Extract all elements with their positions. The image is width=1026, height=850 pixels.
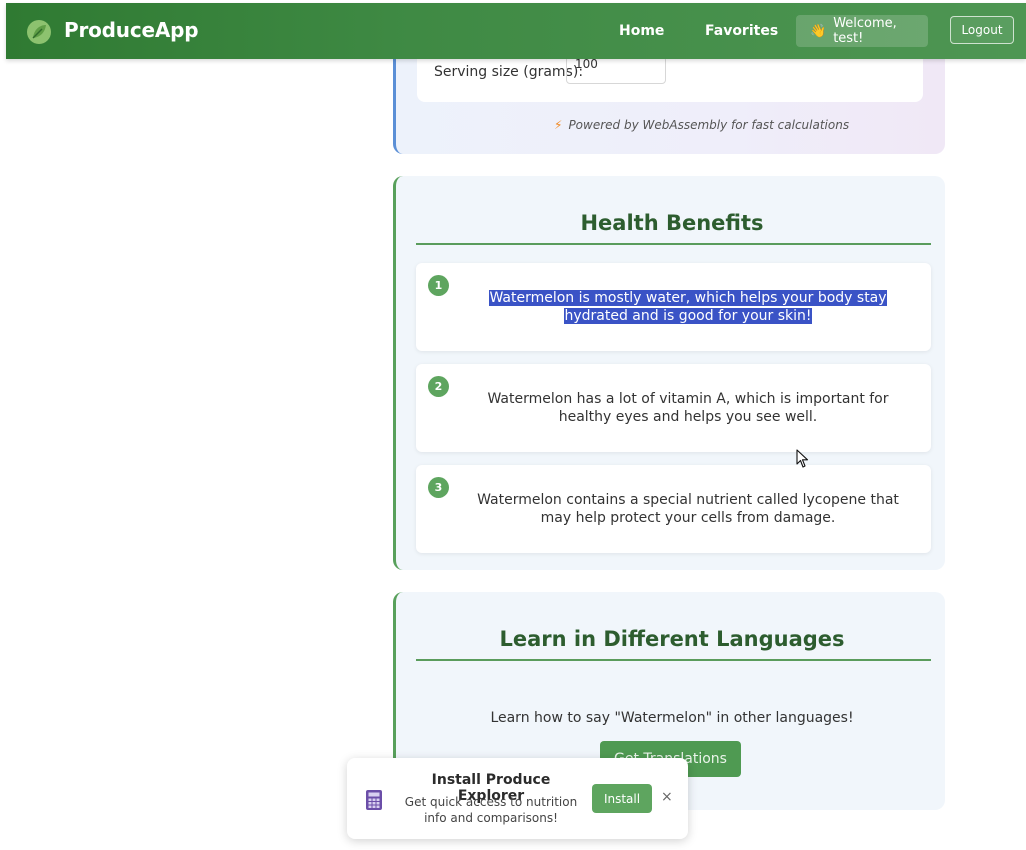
welcome-badge: 👋 Welcome, test! bbox=[796, 15, 928, 47]
close-icon[interactable]: × bbox=[661, 789, 673, 805]
benefit-card: 1 Watermelon is mostly water, which help… bbox=[416, 263, 931, 351]
health-benefits-title: Health Benefits bbox=[580, 211, 764, 235]
languages-title: Learn in Different Languages bbox=[499, 627, 845, 651]
waving-hand-icon: 👋 bbox=[810, 23, 827, 39]
benefit-text: Watermelon is mostly water, which helps … bbox=[460, 289, 916, 325]
logout-button[interactable]: Logout bbox=[950, 16, 1014, 44]
health-benefits-section: Health Benefits 1 Watermelon is mostly w… bbox=[393, 176, 945, 570]
benefit-number: 1 bbox=[428, 275, 449, 296]
lightning-icon: ⚡ bbox=[554, 118, 563, 132]
serving-size-input[interactable]: 100 bbox=[566, 56, 666, 84]
mouse-cursor-icon bbox=[796, 449, 809, 468]
benefit-number: 2 bbox=[428, 376, 449, 397]
title-divider bbox=[416, 659, 931, 661]
powered-by-note: ⚡ Powered by WebAssembly for fast calcula… bbox=[554, 118, 849, 132]
welcome-text: Welcome, test! bbox=[833, 16, 897, 46]
benefit-text: Watermelon has a lot of vitamin A, which… bbox=[487, 391, 889, 425]
languages-subtitle: Learn how to say "Watermelon" in other l… bbox=[490, 710, 854, 726]
benefit-card: 2 Watermelon has a lot of vitamin A, whi… bbox=[416, 364, 931, 452]
serving-size-label: Serving size (grams): bbox=[434, 64, 584, 80]
selected-text: Watermelon is mostly water, which helps … bbox=[489, 290, 887, 324]
install-description: Get quick access to nutrition info and c… bbox=[404, 795, 578, 825]
benefit-text: Watermelon contains a special nutrient c… bbox=[477, 492, 899, 526]
nav-home-link[interactable]: Home bbox=[619, 23, 664, 39]
leaf-logo-icon bbox=[27, 20, 51, 44]
title-divider bbox=[416, 243, 931, 245]
powered-by-text: Powered by WebAssembly for fast calculat… bbox=[568, 118, 850, 132]
install-prompt: Install Produce Explorer Get quick acces… bbox=[347, 758, 688, 839]
nav-favorites-link[interactable]: Favorites bbox=[705, 23, 778, 39]
calculator-icon bbox=[366, 790, 382, 810]
top-navbar: ProduceApp Home Favorites 👋 Welcome, tes… bbox=[6, 3, 1026, 59]
benefit-card: 3 Watermelon contains a special nutrient… bbox=[416, 465, 931, 553]
install-button[interactable]: Install bbox=[592, 784, 652, 813]
brand-name[interactable]: ProduceApp bbox=[64, 18, 199, 42]
benefit-number: 3 bbox=[428, 477, 449, 498]
